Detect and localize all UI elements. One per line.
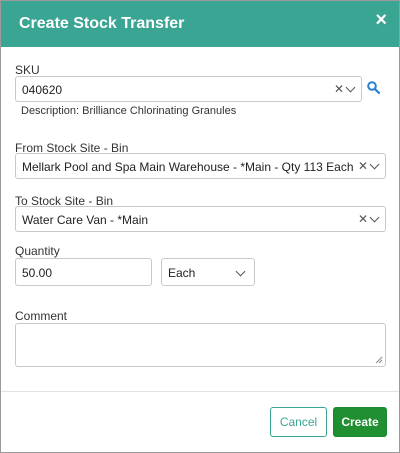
create-stock-transfer-dialog: Create Stock Transfer × SKU 040620 ✕ Des… <box>0 0 400 453</box>
chevron-down-icon[interactable] <box>235 266 246 277</box>
clear-icon[interactable]: ✕ <box>358 159 368 173</box>
chevron-down-icon[interactable] <box>369 159 380 170</box>
clear-icon[interactable]: ✕ <box>358 212 368 226</box>
sku-description: Description: Brilliance Chlorinating Gra… <box>21 105 237 117</box>
cancel-button[interactable]: Cancel <box>270 407 327 437</box>
from-site-select[interactable]: Mellark Pool and Spa Main Warehouse - *M… <box>15 153 386 179</box>
quantity-label: Quantity <box>15 244 60 258</box>
dialog-title: Create Stock Transfer <box>19 15 185 32</box>
sku-value: 040620 <box>22 83 63 97</box>
quantity-input[interactable]: 50.00 <box>15 258 152 286</box>
resize-handle-icon[interactable] <box>375 356 383 364</box>
sku-select[interactable]: 040620 ✕ <box>15 76 362 102</box>
comment-label: Comment <box>15 309 68 323</box>
to-site-select[interactable]: Water Care Van - *Main ✕ <box>15 206 386 232</box>
clear-icon[interactable]: ✕ <box>334 82 344 96</box>
dialog-header: Create Stock Transfer × <box>1 1 399 47</box>
unit-select[interactable]: Each <box>161 258 255 286</box>
create-button[interactable]: Create <box>333 407 387 437</box>
chevron-down-icon[interactable] <box>369 212 380 223</box>
sku-label: SKU <box>15 63 40 77</box>
search-icon[interactable] <box>367 81 380 94</box>
quantity-value: 50.00 <box>22 266 53 280</box>
close-icon[interactable]: × <box>375 10 387 30</box>
from-site-value: Mellark Pool and Spa Main Warehouse - *M… <box>22 160 354 174</box>
chevron-down-icon[interactable] <box>345 82 356 93</box>
unit-value: Each <box>168 266 196 280</box>
footer-divider <box>1 391 399 392</box>
to-site-value: Water Care Van - *Main <box>22 213 149 227</box>
comment-textarea[interactable] <box>15 323 386 367</box>
